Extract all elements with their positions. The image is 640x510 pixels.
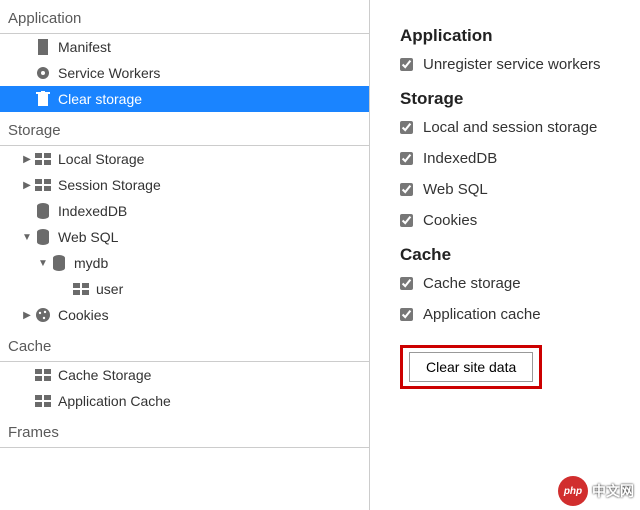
option-application-cache[interactable]: Application cache [400, 306, 620, 323]
tree-label: Cache Storage [58, 367, 369, 383]
tree-item-web-sql[interactable]: Web SQL [0, 224, 369, 250]
tree-label: Session Storage [58, 177, 369, 193]
storage-icon [72, 280, 90, 298]
checkbox-label: Local and session storage [423, 119, 597, 136]
section-frames-header: Frames [0, 414, 369, 448]
tree-item-local-storage[interactable]: Local Storage [0, 146, 369, 172]
checkbox[interactable] [400, 121, 413, 134]
checkbox-label: Web SQL [423, 181, 488, 198]
right-title-cache: Cache [400, 245, 620, 265]
tree-label: Service Workers [58, 65, 369, 81]
clear-button-highlight: Clear site data [400, 345, 542, 389]
option-indexeddb[interactable]: IndexedDB [400, 150, 620, 167]
db-icon [34, 228, 52, 246]
db-icon [50, 254, 68, 272]
trash-icon [34, 90, 52, 108]
storage-icon [34, 176, 52, 194]
option-websql[interactable]: Web SQL [400, 181, 620, 198]
clear-site-data-button[interactable]: Clear site data [409, 352, 533, 382]
tree-item-indexeddb[interactable]: IndexedDB [0, 198, 369, 224]
section-cache-header: Cache [0, 328, 369, 362]
checkbox[interactable] [400, 152, 413, 165]
db-icon [34, 202, 52, 220]
option-cookies[interactable]: Cookies [400, 212, 620, 229]
section-storage-header: Storage [0, 112, 369, 146]
checkbox-label: Unregister service workers [423, 56, 601, 73]
tree-label: Clear storage [58, 91, 369, 107]
storage-icon [34, 392, 52, 410]
expand-icon[interactable] [20, 310, 34, 321]
checkbox[interactable] [400, 308, 413, 321]
expand-icon[interactable] [20, 154, 34, 165]
expand-icon[interactable] [36, 258, 50, 269]
tree-item-cache-storage[interactable]: Cache Storage [0, 362, 369, 388]
tree-label: Manifest [58, 39, 369, 55]
tree-item-cookies[interactable]: Cookies [0, 302, 369, 328]
expand-icon[interactable] [20, 232, 34, 243]
checkbox-label: Cookies [423, 212, 477, 229]
tree-item-application-cache[interactable]: Application Cache [0, 388, 369, 414]
storage-icon [34, 150, 52, 168]
tree-item-mydb[interactable]: mydb [0, 250, 369, 276]
tree-label: user [96, 281, 369, 297]
tree-label: Local Storage [58, 151, 369, 167]
storage-icon [34, 366, 52, 384]
tree-label: IndexedDB [58, 203, 369, 219]
watermark-text: 中文网 [592, 481, 634, 501]
expand-icon[interactable] [20, 180, 34, 191]
tree-item-user[interactable]: user [0, 276, 369, 302]
checkbox[interactable] [400, 183, 413, 196]
checkbox-label: Application cache [423, 306, 541, 323]
tree-label: mydb [74, 255, 369, 271]
option-local-session[interactable]: Local and session storage [400, 119, 620, 136]
right-title-application: Application [400, 26, 620, 46]
option-unregister-sw[interactable]: Unregister service workers [400, 56, 620, 73]
checkbox-label: Cache storage [423, 275, 521, 292]
php-logo-icon: php [558, 476, 588, 506]
right-panel: Application Unregister service workers S… [370, 0, 640, 510]
tree-item-clear-storage[interactable]: Clear storage [0, 86, 369, 112]
checkbox-label: IndexedDB [423, 150, 497, 167]
tree-label: Application Cache [58, 393, 369, 409]
tree-item-service-workers[interactable]: Service Workers [0, 60, 369, 86]
watermark: php 中文网 [558, 476, 634, 506]
cookie-icon [34, 306, 52, 324]
tree-item-manifest[interactable]: Manifest [0, 34, 369, 60]
checkbox[interactable] [400, 58, 413, 71]
left-panel: Application Manifest Service Workers Cle… [0, 0, 370, 510]
checkbox[interactable] [400, 214, 413, 227]
gear-icon [34, 64, 52, 82]
option-cache-storage[interactable]: Cache storage [400, 275, 620, 292]
section-application-header: Application [0, 0, 369, 34]
file-icon [34, 38, 52, 56]
checkbox[interactable] [400, 277, 413, 290]
tree-item-session-storage[interactable]: Session Storage [0, 172, 369, 198]
tree-label: Web SQL [58, 229, 369, 245]
tree-label: Cookies [58, 307, 369, 323]
right-title-storage: Storage [400, 89, 620, 109]
